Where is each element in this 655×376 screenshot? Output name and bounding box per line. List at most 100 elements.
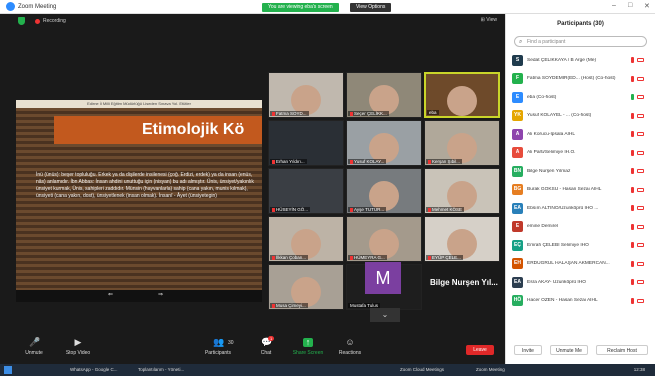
minimize-icon[interactable]: – bbox=[612, 2, 616, 9]
participant-row[interactable]: A Ali Korucu-İpsala AİHL bbox=[506, 125, 655, 144]
mic-muted-icon bbox=[631, 57, 634, 63]
avatar: E bbox=[512, 91, 523, 103]
next-slide-button[interactable]: ⇒ bbox=[158, 291, 163, 298]
windows-start-icon[interactable] bbox=[4, 366, 12, 374]
participant-row[interactable]: S Sedat ÇELİKKAYA / B Arge (Me) bbox=[506, 51, 655, 70]
slide-controls: ⇐ ⇒ bbox=[16, 290, 262, 302]
participant-name: Ali Parti/Selimiye İH.O. bbox=[527, 150, 576, 156]
taskbar-item[interactable]: Zoom Cloud Meetings bbox=[400, 365, 444, 375]
view-button[interactable]: ⊞ View bbox=[481, 17, 497, 23]
participant-row[interactable]: EA Esra AKAY- Uzunköprü İHO bbox=[506, 273, 655, 292]
video-tile[interactable]: İlkkan Çoban... bbox=[268, 216, 344, 262]
initial-avatar-tile: M bbox=[365, 262, 401, 294]
tile-name: EYÜP ÇELE... bbox=[432, 255, 461, 260]
video-tile[interactable]: Mehmet KÖSE bbox=[424, 168, 500, 214]
avatar: BG bbox=[512, 184, 523, 196]
mic-muted-icon bbox=[631, 242, 634, 248]
unmute-me-button[interactable]: Unmute Me bbox=[550, 345, 588, 355]
tile-name: eba bbox=[429, 110, 437, 115]
participant-row[interactable]: EH ERDUĞRUL HALAŞAN AKMERCAN... bbox=[506, 255, 655, 274]
avatar: S bbox=[512, 54, 523, 66]
meeting-toolbar: 🎤 Unmute ▶ Stop Video 👥 Participants 30 💬 Ch… bbox=[0, 334, 505, 364]
window-title: Zoom Meeting bbox=[18, 3, 57, 10]
mic-muted-icon bbox=[350, 159, 353, 164]
view-options-button[interactable]: View Options bbox=[350, 3, 392, 12]
participant-row[interactable]: BN Bilge Nurşen Yılmaz bbox=[506, 162, 655, 181]
reactions-button[interactable]: ☺ Reactions bbox=[330, 337, 370, 357]
participant-name: Ali Korucu-İpsala AİHL bbox=[527, 131, 575, 137]
mic-muted-icon bbox=[631, 205, 634, 211]
share-screen-button[interactable]: ↑ Share Screen bbox=[288, 338, 328, 357]
participant-row[interactable]: BG Burak GÖKSU - Hasan Sezai AİHL bbox=[506, 181, 655, 200]
video-off-icon bbox=[637, 187, 644, 192]
video-tile[interactable]: Yusuf KOLAY... bbox=[346, 120, 422, 166]
video-off-icon bbox=[637, 280, 644, 284]
recording-label: Recording bbox=[43, 18, 66, 24]
video-tile[interactable]: Ayşe TUTUR... bbox=[346, 168, 422, 214]
invite-button[interactable]: Invite bbox=[514, 345, 542, 355]
video-tile[interactable]: Erhan Yıldırı... bbox=[268, 120, 344, 166]
participant-row[interactable]: YK Yusuf KOLAYEL - ... (Co-host) bbox=[506, 107, 655, 126]
participants-footer: Invite Unmute Me Reclaim Host bbox=[506, 342, 655, 358]
participant-row[interactable]: EÇ Emrah ÇELEBİ Selimiye İHO bbox=[506, 236, 655, 255]
avatar: EÇ bbox=[512, 239, 523, 251]
video-tile[interactable]: Seçer ÇELİKK... bbox=[346, 72, 422, 118]
video-off-icon bbox=[637, 243, 644, 247]
recording-icon bbox=[35, 18, 40, 24]
video-off-icon bbox=[637, 169, 644, 173]
participant-search-input[interactable]: Find a participant bbox=[514, 36, 647, 47]
reclaim-host-button[interactable]: Reclaim Host bbox=[596, 345, 648, 355]
share-screen-icon: ↑ bbox=[303, 338, 313, 347]
unmute-button[interactable]: 🎤 Unmute bbox=[14, 338, 54, 357]
stop-video-button[interactable]: ▶ Stop Video bbox=[58, 338, 98, 357]
video-tile[interactable]: HÜMEYRA G... bbox=[346, 216, 422, 262]
video-tile[interactable]: Kerşan Şıbil... bbox=[424, 120, 500, 166]
video-tile[interactable]: Fatma SOYD... bbox=[268, 72, 344, 118]
video-tile[interactable]: HÜSEYİN GÖ... bbox=[268, 168, 344, 214]
taskbar-item[interactable]: Toplantılarım - Yöneti... bbox=[138, 365, 184, 375]
close-icon[interactable]: ✕ bbox=[644, 2, 650, 10]
participant-row[interactable]: F Fatma SOYDEMİR(ED... (Host) (Co-host) bbox=[506, 70, 655, 89]
os-taskbar: WhatsApp - Google C... Toplantılarım - Y… bbox=[0, 364, 655, 376]
participant-name: Hacer ÖZEN - Hasan Sezai AİHL bbox=[527, 298, 598, 304]
mic-muted-icon bbox=[631, 131, 634, 137]
taskbar-item[interactable]: WhatsApp - Google C... bbox=[70, 365, 118, 375]
video-tile[interactable]: Musa Çimeyi... bbox=[268, 264, 344, 310]
chevron-down-icon[interactable]: ⌄ bbox=[370, 308, 400, 322]
prev-slide-button[interactable]: ⇐ bbox=[108, 291, 113, 298]
avatar: HÖ bbox=[512, 295, 523, 307]
taskbar-item[interactable]: Zoom Meeting bbox=[476, 365, 505, 375]
video-tile-active-speaker[interactable]: eba bbox=[424, 72, 500, 118]
participant-row[interactable]: Eemine Demirel bbox=[506, 218, 655, 237]
participant-row[interactable]: Eeba (Co-host) bbox=[506, 88, 655, 107]
avatar: EA bbox=[512, 276, 523, 288]
video-off-icon bbox=[637, 261, 644, 266]
viewing-banner: You are viewing eba's screen bbox=[262, 3, 339, 12]
meeting-stage: Recording ⊞ View Edirne İl Milli Eğitim … bbox=[0, 14, 505, 340]
shared-screen[interactable]: Edirne İl Milli Eğitim Müdürlüğü Liseden… bbox=[16, 100, 262, 302]
tile-name: Musa Çimeyi... bbox=[276, 303, 306, 308]
maximize-icon[interactable]: □ bbox=[628, 2, 632, 9]
video-off-icon bbox=[637, 224, 644, 229]
shield-icon[interactable] bbox=[18, 17, 25, 25]
leave-button[interactable]: Leave bbox=[466, 345, 494, 355]
tile-name: Yusuf KOLAY... bbox=[354, 159, 385, 164]
mic-muted-icon bbox=[272, 159, 275, 164]
participant-name-tile: Bilge Nurşen Yıl... bbox=[430, 278, 498, 287]
reactions-icon: ☺ bbox=[345, 337, 355, 347]
participant-name: eba (Co-host) bbox=[527, 94, 557, 100]
video-off-icon bbox=[637, 58, 644, 62]
avatar: YK bbox=[512, 110, 523, 122]
avatar: EH bbox=[512, 258, 523, 270]
video-tile[interactable]: EYÜP ÇELE... bbox=[424, 216, 500, 262]
mic-muted-icon bbox=[350, 111, 353, 116]
chat-button[interactable]: 💬 Chat bbox=[246, 338, 286, 357]
participant-list: S Sedat ÇELİKKAYA / B Arge (Me) F Fatma SO… bbox=[506, 51, 655, 310]
participants-count: 30 bbox=[228, 340, 234, 346]
participant-row[interactable]: A Ali Parti/Selimiye İH.O. bbox=[506, 144, 655, 163]
participant-row[interactable]: HÖ Hacer ÖZEN - Hasan Sezai AİHL bbox=[506, 292, 655, 311]
mic-muted-icon bbox=[272, 111, 275, 116]
unmute-label: Unmute bbox=[25, 350, 43, 356]
participant-row[interactable]: EA Ebsım ALTINO/Uzunköprü İHO ... bbox=[506, 199, 655, 218]
mic-muted-icon bbox=[428, 255, 431, 260]
